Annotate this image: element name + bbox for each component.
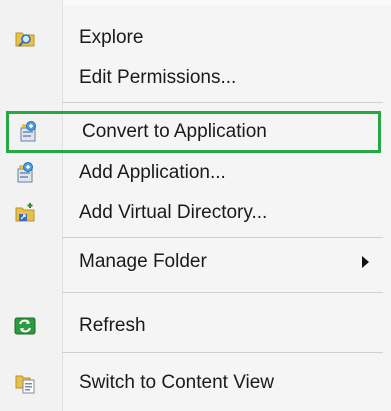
refresh-icon bbox=[14, 315, 36, 337]
convert-application-icon bbox=[17, 121, 39, 143]
menu-item-manage-folder[interactable]: Manage Folder bbox=[0, 242, 391, 282]
menu-item-label: Add Virtual Directory... bbox=[79, 202, 268, 223]
menu-separator bbox=[62, 102, 383, 103]
menu-item-switch-to-content-view[interactable]: Switch to Content View bbox=[0, 363, 391, 403]
content-view-icon bbox=[14, 372, 36, 394]
menu-item-add-virtual-directory[interactable]: Add Virtual Directory... bbox=[0, 193, 391, 233]
menu-separator bbox=[62, 352, 383, 353]
menu-item-label: Convert to Application bbox=[82, 121, 267, 142]
menu-item-label: Manage Folder bbox=[79, 251, 207, 272]
menu-item-label: Add Application... bbox=[79, 162, 226, 183]
menu-separator bbox=[62, 237, 383, 238]
context-menu: Explore Edit Permissions... Convert to A… bbox=[0, 0, 391, 411]
menu-item-explore[interactable]: Explore bbox=[0, 18, 391, 58]
menu-item-label: Edit Permissions... bbox=[79, 67, 237, 88]
folder-search-icon bbox=[14, 27, 36, 49]
menu-item-label: Explore bbox=[79, 27, 144, 48]
menu-item-convert-to-application[interactable]: Convert to Application bbox=[6, 111, 381, 153]
menu-item-label: Refresh bbox=[79, 315, 146, 336]
menu-separator bbox=[62, 292, 383, 293]
menu-item-refresh[interactable]: Refresh bbox=[0, 306, 391, 346]
add-application-icon bbox=[14, 162, 36, 184]
menu-item-label: Switch to Content View bbox=[79, 372, 275, 393]
menu-item-add-application[interactable]: Add Application... bbox=[0, 153, 391, 193]
submenu-arrow-icon bbox=[362, 256, 369, 268]
add-virtual-directory-icon bbox=[14, 202, 36, 224]
menu-item-edit-permissions[interactable]: Edit Permissions... bbox=[0, 58, 391, 98]
